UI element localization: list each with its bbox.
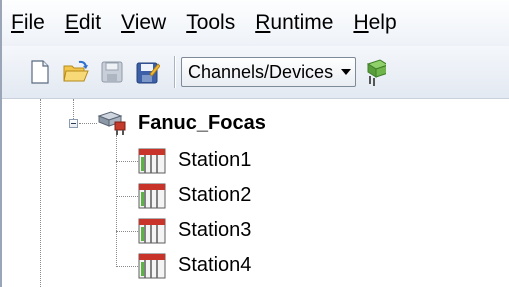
tree-connector xyxy=(116,196,138,197)
menu-tools[interactable]: Tools xyxy=(176,0,245,46)
tree-node-channel[interactable]: Fanuc_Focas xyxy=(138,112,266,135)
menu-bar: File Edit View Tools Runtime Help xyxy=(2,0,509,46)
menu-tools-label: ools xyxy=(196,11,236,34)
open-folder-icon xyxy=(63,60,89,82)
new-button[interactable] xyxy=(24,56,56,88)
tree-node-device[interactable]: Station1 xyxy=(178,149,251,172)
channel-icon xyxy=(366,59,387,86)
menu-view-accel: V xyxy=(121,11,135,34)
tree-connector xyxy=(116,231,138,232)
menu-file-accel: F xyxy=(11,11,24,34)
project-tree: Fanuc_Focas Station1 Station2 Station3 S… xyxy=(2,99,509,287)
tree-guide-line xyxy=(73,99,74,121)
menu-edit-label: dit xyxy=(78,11,102,34)
collapse-toggle[interactable] xyxy=(69,119,78,128)
menu-edit-accel: E xyxy=(64,11,79,34)
new-channel-button[interactable] xyxy=(362,56,387,88)
device-icon[interactable] xyxy=(138,148,166,174)
menu-help-accel: H xyxy=(353,11,369,34)
open-button[interactable] xyxy=(60,56,92,88)
tree-guide-line xyxy=(116,135,117,267)
menu-file-label: ile xyxy=(23,11,45,34)
toolbar: Channels/Devices xyxy=(2,46,509,99)
view-select-value: Channels/Devices xyxy=(188,61,334,82)
tree-node-device[interactable]: Station2 xyxy=(178,184,251,207)
tree-connector xyxy=(116,266,138,267)
tree-node-device[interactable]: Station3 xyxy=(178,219,251,242)
toolbar-separator xyxy=(174,56,175,88)
save-as-button[interactable] xyxy=(132,56,164,88)
channel-icon[interactable] xyxy=(97,110,131,136)
device-icon[interactable] xyxy=(138,183,166,209)
menu-edit[interactable]: Edit xyxy=(55,0,111,46)
new-file-icon xyxy=(31,60,49,84)
view-select[interactable]: Channels/Devices xyxy=(181,57,357,87)
device-icon[interactable] xyxy=(138,253,166,279)
menu-help-label: elp xyxy=(368,11,397,34)
menu-view[interactable]: View xyxy=(111,0,176,46)
menu-view-label: iew xyxy=(134,11,167,34)
save-icon xyxy=(101,61,123,83)
save-as-icon xyxy=(136,62,160,84)
menu-runtime-accel: R xyxy=(255,11,271,34)
tree-connector xyxy=(116,161,138,162)
menu-file[interactable]: File xyxy=(2,0,55,46)
menu-runtime-label: untime xyxy=(270,11,334,34)
menu-tools-accel: T xyxy=(186,11,197,34)
tree-connector xyxy=(79,123,97,124)
menu-help[interactable]: Help xyxy=(343,0,406,46)
tree-node-device[interactable]: Station4 xyxy=(178,254,251,277)
save-button[interactable] xyxy=(96,56,128,88)
chevron-down-icon xyxy=(341,69,352,75)
device-icon[interactable] xyxy=(138,218,166,244)
menu-runtime[interactable]: Runtime xyxy=(245,0,343,46)
tree-guide-line xyxy=(40,99,41,287)
